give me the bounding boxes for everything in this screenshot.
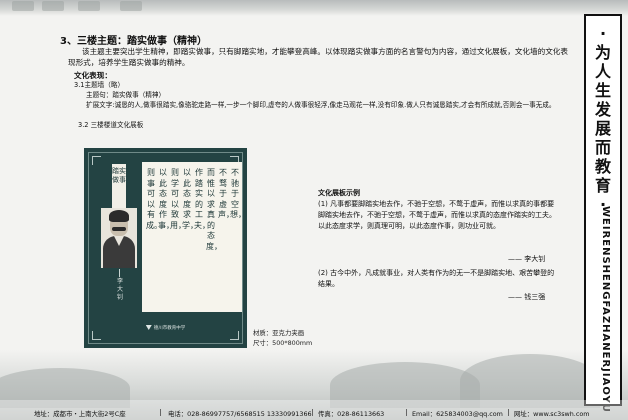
corner-ornament: [92, 331, 101, 340]
slogan-char: 教: [594, 157, 611, 176]
footer-divider: [508, 409, 509, 416]
footer-bar: 地址：成都市・上南大街2号C座 电话：028-86997757/6568515 …: [0, 400, 628, 420]
poem-column: 而惟以求真的态度，: [206, 168, 222, 251]
ink-mark: [12, 1, 34, 11]
ink-mark: [120, 1, 142, 11]
slogan-english: WEIRENSHENGFAZHANERJIAOYU: [600, 206, 611, 413]
portrait-image: [101, 208, 137, 268]
section-heading: 3、三楼主题：踏实做事（精神）: [60, 36, 207, 47]
board-title: 踏实做事: [112, 164, 126, 211]
theme-sentence: 主题句：踏实做事（精神）: [86, 91, 166, 99]
example-quote-2: (2) 古今中外，凡成就事业，对人类有作为的无一不是脚踏实地、艰苦攀登的结果。: [318, 269, 555, 288]
footer-divider: [312, 409, 313, 416]
slogan-char: 生: [594, 81, 611, 100]
slogan-char: 育: [594, 176, 611, 195]
footer-divider: [406, 409, 407, 416]
poem-column: 则事可以有成。: [146, 168, 162, 230]
footer-website[interactable]: 网址：www.sc3swh.com: [514, 409, 590, 418]
footer-address: 地址：成都市・上南大街2号C座: [34, 410, 126, 418]
poem-panel: 不驰于空想， 不骛于虚声， 而惟以求真的态度， 作踏实的工夫， 以此态度求学， …: [142, 162, 246, 312]
vertical-slogan: · 为 人 生 发 展 而 教 育 · WEIRENSHENGFAZHANERJ…: [584, 14, 622, 413]
school-name-text: 德川市教育中学: [153, 326, 186, 331]
example-title: 文化展板示例: [318, 189, 360, 197]
corner-ornament: [230, 331, 239, 340]
slogan-char: 展: [594, 119, 611, 138]
slogan-char: 人: [594, 62, 611, 81]
slogan-char: ·: [599, 24, 607, 43]
corner-ornament: [92, 156, 101, 165]
footer-divider: [160, 409, 161, 416]
culture-label: 文化表现：: [74, 71, 112, 80]
board-author: 李大钊: [116, 278, 123, 301]
item-board: 3.2 三楼楼道文化展板: [78, 121, 144, 129]
slogan-char: 为: [594, 43, 611, 62]
intro-paragraph: 该主题主要突出学生精神，即踏实做事，只有脚踏实地，才能攀登高峰。以体现踏实做事方…: [68, 47, 568, 67]
footer-phone: 电话：028-86997757/6568515 13330991366: [168, 410, 312, 418]
material-line: 材质：亚克力夹画: [253, 329, 305, 337]
example-quote-1: (1) 凡事都要脚踏实地去作，不驰于空想，不鹜于虚声，而惟以求真的事都要脚踏实地…: [318, 200, 556, 230]
item-theme-wall: 3.1主题墙（略）: [74, 81, 125, 89]
culture-board: 踏实做事 李大钊 不驰于空想， 不骛于虚声， 而惟以求真的态度， 作踏实的工夫，…: [84, 148, 247, 348]
expand-text: 扩展文字:诚恳的人,做事很踏实,像骆驼走路一样,一步一个脚印,虚夸的人做事很轻浮…: [86, 101, 556, 109]
size-line: 尺寸：500*800mm: [253, 339, 313, 347]
footer-fax: 传真：028-86113663: [318, 410, 385, 418]
portrait-mustache: [112, 227, 126, 231]
footer-email[interactable]: Email：625834003@qq.com: [412, 409, 503, 418]
author-rule: [119, 269, 120, 277]
slogan-chinese: · 为 人 生 发 展 而 教 育 ·: [586, 24, 620, 214]
ink-mark: [78, 1, 100, 11]
portrait-hair: [109, 210, 129, 222]
example-sign-1: —— 李大钊: [508, 255, 546, 263]
school-name: 德川市教育中学: [84, 325, 247, 331]
school-logo-icon: [145, 325, 152, 330]
top-ink-band: [0, 0, 628, 16]
example-sign-2: —— 钱三强: [508, 293, 546, 301]
ink-mark: [42, 1, 64, 11]
slogan-char: 而: [594, 138, 611, 157]
poem-column: 不骛于虚声，: [218, 168, 234, 219]
slogan-char: 发: [594, 100, 611, 119]
